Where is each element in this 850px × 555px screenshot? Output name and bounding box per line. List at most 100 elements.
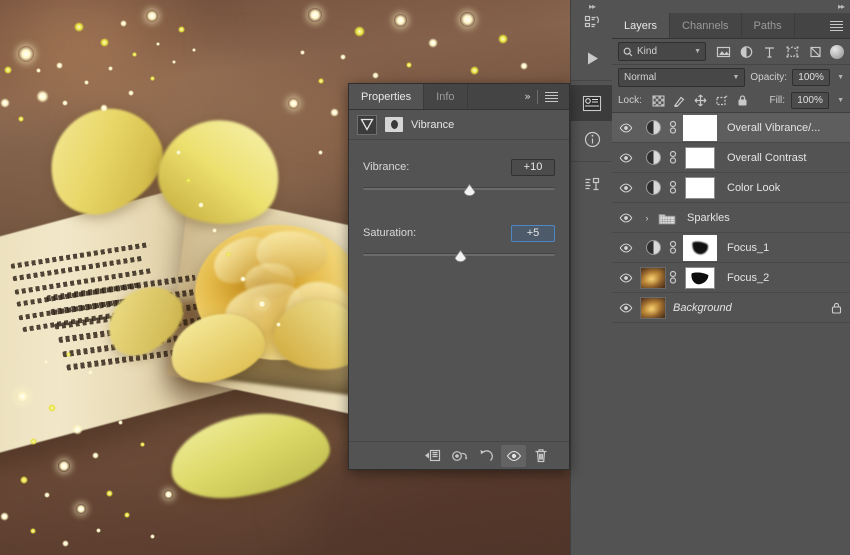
lock-all-icon[interactable] (736, 94, 749, 107)
layer-visibility-toggle[interactable] (612, 153, 640, 163)
table-row[interactable]: Focus_2 (612, 263, 850, 293)
vibrance-slider[interactable] (363, 184, 555, 204)
layer-mask-link-icon[interactable] (666, 120, 680, 135)
filter-kind-select[interactable]: Kind ▼ (618, 42, 706, 61)
layer-mask-thumbnail[interactable] (680, 146, 720, 169)
reset-arrow-icon (480, 449, 493, 461)
tab-properties[interactable]: Properties (349, 84, 425, 109)
tab-paths[interactable]: Paths (741, 13, 795, 38)
layer-visibility-toggle[interactable] (612, 273, 640, 283)
folder-icon (658, 213, 676, 224)
layer-visibility-toggle[interactable] (612, 123, 640, 133)
mask-view-button[interactable] (447, 445, 472, 467)
layer-thumbnail[interactable] (640, 120, 666, 135)
mask-paint-shape (692, 241, 709, 254)
image-thumbnail (640, 296, 666, 319)
layer-mask-thumbnail[interactable] (680, 176, 720, 199)
lock-image-icon[interactable] (673, 94, 686, 107)
layer-mask-link-icon[interactable] (666, 150, 680, 165)
layer-thumbnail[interactable] (640, 266, 666, 289)
lock-position-icon[interactable] (694, 94, 707, 107)
sidebar-item-info[interactable] (571, 121, 613, 157)
eye-icon (619, 243, 633, 252)
layer-mask-link-icon[interactable] (666, 240, 680, 255)
vibrance-value-input[interactable]: +10 (511, 158, 555, 176)
eye-icon (619, 303, 633, 312)
reset-button[interactable] (474, 445, 499, 467)
layer-name[interactable]: Focus_2 (727, 272, 844, 284)
table-row[interactable]: Overall Contrast (612, 143, 850, 173)
layer-mask-thumbnail[interactable] (680, 234, 720, 261)
sidebar-item-actions[interactable] (571, 40, 613, 76)
layer-visibility-toggle[interactable] (612, 213, 640, 223)
layers-panel: Kind ▼ Normal ▼ Opacity: 100% ▼ Lock: Fi… (612, 39, 850, 323)
saturation-slider[interactable] (363, 250, 555, 270)
opacity-input[interactable]: 100% (792, 68, 831, 86)
layer-visibility-toggle[interactable] (612, 183, 640, 193)
dock-group-3 (571, 162, 612, 206)
table-row[interactable]: Overall Vibrance/... (612, 113, 850, 143)
layer-thumbnail[interactable] (640, 296, 666, 319)
layers-panel-menu-button[interactable] (823, 13, 850, 38)
filter-enable-toggle[interactable] (830, 44, 844, 59)
slider-handle[interactable] (463, 184, 476, 196)
properties-panel-menu-button[interactable] (538, 92, 565, 102)
panel-collapse-handle[interactable]: ▸▸ (612, 0, 850, 13)
sidebar-item-adjustments[interactable] (571, 166, 613, 202)
layer-name[interactable]: Overall Vibrance/... (727, 122, 844, 134)
chevron-right-icon[interactable]: › (640, 213, 654, 223)
group-folder-thumbnail[interactable] (654, 211, 680, 225)
tab-info[interactable]: Info (424, 84, 468, 109)
filter-smart-object-icon[interactable] (806, 42, 825, 61)
filter-adjustment-icon[interactable] (737, 42, 756, 61)
layer-name[interactable]: Color Look (727, 182, 844, 194)
layer-thumbnail[interactable] (640, 180, 666, 195)
table-row[interactable]: Focus_1 (612, 233, 850, 263)
slider-handle[interactable] (454, 250, 467, 262)
sidebar-item-properties[interactable] (571, 85, 613, 121)
lock-row: Lock: Fill: 100% ▼ (612, 89, 850, 113)
tab-channels[interactable]: Channels (670, 13, 742, 38)
layer-mask-thumbnail[interactable] (680, 114, 720, 141)
expand-chevrons-icon[interactable]: » (518, 90, 537, 103)
lock-transparency-icon[interactable] (652, 94, 665, 107)
saturation-value-input[interactable]: +5 (511, 224, 555, 242)
dock-collapse-handle[interactable]: ▸▸ (571, 0, 613, 13)
tab-layers[interactable]: Layers (612, 13, 671, 38)
adjustment-layer-icon (645, 180, 661, 195)
delete-button[interactable] (528, 445, 553, 467)
slider-track (363, 187, 555, 190)
fill-stepper-icon[interactable]: ▼ (835, 97, 844, 104)
clip-to-layer-icon[interactable] (385, 117, 403, 132)
lock-artboard-icon[interactable] (715, 94, 728, 107)
layer-mask-thumbnail[interactable] (680, 266, 720, 289)
adjustment-layer-icon (645, 150, 661, 165)
clip-to-layer-button[interactable] (420, 445, 445, 467)
properties-footer (349, 441, 569, 469)
layer-name[interactable]: Background (673, 302, 828, 314)
fill-input[interactable]: 100% (791, 92, 830, 109)
fill-label: Fill: (769, 95, 786, 106)
layer-name[interactable]: Focus_1 (727, 242, 844, 254)
layer-thumbnail[interactable] (640, 240, 666, 255)
filter-type-icon[interactable] (760, 42, 779, 61)
properties-icon (582, 95, 602, 111)
table-row[interactable]: Background (612, 293, 850, 323)
layer-thumbnail[interactable] (640, 150, 666, 165)
toggle-visibility-button[interactable] (501, 444, 526, 467)
filter-pixel-icon[interactable] (714, 42, 733, 61)
layer-mask-link-icon[interactable] (666, 180, 680, 195)
layer-name[interactable]: Sparkles (687, 212, 844, 224)
table-row[interactable]: Color Look (612, 173, 850, 203)
image-thumbnail (640, 266, 666, 289)
layer-visibility-toggle[interactable] (612, 243, 640, 253)
blend-mode-select[interactable]: Normal ▼ (618, 67, 746, 87)
chevron-down-icon: ▼ (694, 48, 701, 55)
properties-header-controls: » (518, 84, 569, 109)
layer-visibility-toggle[interactable] (612, 303, 640, 313)
opacity-stepper-icon[interactable]: ▼ (835, 74, 844, 81)
layer-mask-link-icon[interactable] (666, 270, 680, 285)
layer-name[interactable]: Overall Contrast (727, 152, 844, 164)
table-row[interactable]: › Sparkles (612, 203, 850, 233)
filter-shape-icon[interactable] (783, 42, 802, 61)
